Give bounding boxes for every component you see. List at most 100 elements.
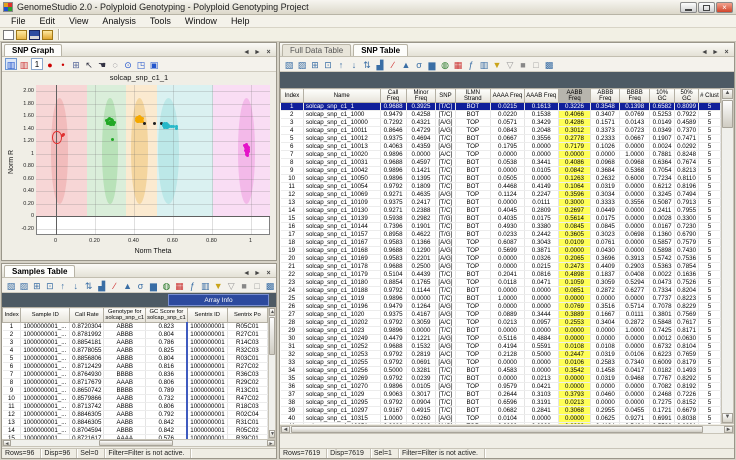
table-row[interactable]: 5solcap_snp_c1_100120.93750.4694[T/C]BOT… (281, 135, 721, 143)
table-row[interactable]: 61000000001_...0.8712429AABB0.8161000000… (3, 363, 268, 371)
multi-sort-icon[interactable]: ⇅ (361, 58, 373, 70)
open-folder-icon[interactable] (16, 30, 27, 40)
table-row[interactable]: 23solcap_snp_c1_101800.88540.1765[A/G]TO… (281, 279, 721, 287)
data-point-aabb[interactable] (138, 117, 141, 120)
histogram-icon[interactable]: ▟ (96, 279, 108, 291)
table-row[interactable]: 12solcap_snp_c1_100690.92710.4635[A/G]TO… (281, 191, 721, 199)
column-header[interactable]: Genotype for solcap_snp_c1 (104, 308, 146, 323)
column-header[interactable]: BBBB Freq (620, 89, 650, 103)
stats-icon[interactable]: σ (135, 279, 147, 291)
pan-hand-icon[interactable]: ☚ (96, 58, 108, 70)
column-header[interactable]: Name (303, 89, 380, 103)
color-graph-icon[interactable]: ▥ (5, 58, 17, 70)
function-icon[interactable]: ƒ (186, 279, 198, 291)
column-header[interactable]: Call Rate (70, 308, 104, 323)
insert-column-icon[interactable]: ▥ (199, 279, 211, 291)
table-row[interactable]: 9solcap_snp_c1_100420.98960.1421[T/C]BOT… (281, 167, 721, 175)
heatmap-icon[interactable]: ▦ (173, 279, 185, 291)
table-row[interactable]: 20solcap_snp_c1_101690.95830.2201[A/G]TO… (281, 255, 721, 263)
paste-icon[interactable]: ⊡ (322, 58, 334, 70)
menu-file[interactable]: File (4, 16, 33, 26)
table-row[interactable]: 24solcap_snp_c1_101880.97920.1144[T/C]BO… (281, 287, 721, 295)
table-row[interactable]: 71000000001_...0.8764930BBBB0.8361000000… (3, 371, 268, 379)
tab-snp-graph[interactable]: SNP Graph (4, 44, 62, 56)
panel-close-icon[interactable]: × (722, 49, 731, 56)
column-header[interactable]: # Clust (699, 89, 721, 103)
table-row[interactable]: 27solcap_snp_c1_10200.93750.4167[A/G]TOP… (281, 311, 721, 319)
snp-horizontal-scrollbar[interactable]: ◄ ► (280, 425, 734, 434)
minimize-button[interactable] (680, 2, 697, 13)
menu-tools[interactable]: Tools (143, 16, 178, 26)
table-row[interactable]: 131000000001_...0.8846305AABB0.842100000… (3, 419, 268, 427)
table-row[interactable]: 38solcap_snp_c1_102950.97920.0904[T/C]BO… (281, 399, 721, 407)
column-chooser-icon[interactable]: ▧ (283, 58, 295, 70)
table-row[interactable]: 3solcap_snp_c1_100000.72920.4321[A/G]TOP… (281, 119, 721, 127)
project-folder-icon[interactable] (42, 30, 53, 40)
lasso-icon[interactable]: ◌ (109, 58, 121, 70)
globe-icon[interactable]: ◍ (160, 279, 172, 291)
autoscale-icon[interactable]: ◳ (135, 58, 147, 70)
table-row[interactable]: 51000000001_...0.8856806ABBB0.8041000000… (3, 355, 268, 363)
column-header[interactable]: 10% GC (650, 89, 675, 103)
table-row[interactable]: 31000000001_...0.8854181AABB0.7861000000… (3, 339, 268, 347)
table-row[interactable]: 91000000001_...0.8650742BBBB0.7891000000… (3, 387, 268, 395)
table-row[interactable]: 7solcap_snp_c1_100200.98960.0000[A/C]TOP… (281, 151, 721, 159)
table-row[interactable]: 30solcap_snp_c1_102490.44790.1221[A/G]TO… (281, 335, 721, 343)
table-row[interactable]: 101000000001_...0.8579866AABB0.732100000… (3, 395, 268, 403)
column-header[interactable]: Sentrix ID (187, 308, 227, 323)
bw-graph-icon[interactable]: ▥ (18, 58, 30, 70)
table-row[interactable]: 35solcap_snp_c1_102690.97920.0239[T/C]BO… (281, 375, 721, 383)
tab-full-data-table[interactable]: Full Data Table (282, 44, 351, 56)
lock-icon[interactable]: ■ (517, 58, 529, 70)
table-row[interactable]: 25solcap_snp_c1_10190.98960.0000[T/C]BOT… (281, 295, 721, 303)
column-header[interactable]: Minor Freq (406, 89, 436, 103)
pencil-icon[interactable]: ∕ (109, 279, 121, 291)
column-header[interactable]: Sample ID (21, 308, 70, 323)
select-rows-icon[interactable]: ▨ (18, 279, 30, 291)
copy-graph-icon[interactable]: ⊞ (70, 58, 82, 70)
lock-icon[interactable]: ■ (238, 279, 250, 291)
new-file-icon[interactable] (3, 30, 14, 40)
table-row[interactable]: 34solcap_snp_c1_102560.50000.3281[T/C]BO… (281, 367, 721, 375)
close-button[interactable]: × (716, 2, 733, 13)
table-row[interactable]: 39solcap_snp_c1_102970.91670.4915[T/C]BO… (281, 407, 721, 415)
data-point-aaab[interactable] (111, 138, 114, 141)
table-row[interactable]: 17solcap_snp_c1_101570.89580.4622[T/G]BO… (281, 231, 721, 239)
table-row[interactable]: 14solcap_snp_c1_101300.92710.2388[T/C]BO… (281, 207, 721, 215)
tab-scroll-left-icon[interactable]: ◄ (242, 49, 251, 56)
table-row[interactable]: 37solcap_snp_c1_10290.90630.3017[T/C]BOT… (281, 391, 721, 399)
column-header[interactable]: ABBB Freq (591, 89, 620, 103)
save-icon[interactable] (29, 30, 40, 40)
insert-column-icon[interactable]: ▥ (478, 58, 490, 70)
select-rows-icon[interactable]: ▨ (296, 58, 308, 70)
table-row[interactable]: 22solcap_snp_c1_101790.51040.4439[T/C]BO… (281, 271, 721, 279)
unlock-icon[interactable]: □ (251, 279, 263, 291)
stats-icon[interactable]: σ (413, 58, 425, 70)
table-row[interactable]: 121000000001_...0.8846305AABB0.792100000… (3, 411, 268, 419)
maximize-button[interactable] (698, 2, 715, 13)
histogram-icon[interactable]: ▟ (374, 58, 386, 70)
column-header[interactable]: GC Score for solcap_snp_c1 (146, 308, 188, 323)
menu-edit[interactable]: Edit (33, 16, 63, 26)
legend-icon[interactable]: ▩ (543, 58, 555, 70)
tab-scroll-right-icon[interactable]: ► (711, 49, 720, 56)
tab-scroll-left-icon[interactable]: ◄ (700, 49, 709, 56)
table-row[interactable]: 18solcap_snp_c1_101670.95830.1366[A/G]TO… (281, 239, 721, 247)
heatmap-icon[interactable]: ▦ (452, 58, 464, 70)
snp-vertical-scrollbar[interactable]: ▲ ▼ (721, 88, 734, 424)
table-row[interactable]: 31solcap_snp_c1_102520.96880.1532[A/G]TO… (281, 343, 721, 351)
table-row[interactable]: 1solcap_snp_c1_10.96880.3925[T/C]BOT0.02… (281, 103, 721, 111)
column-header[interactable]: AAAB Freq (524, 89, 558, 103)
snp-scatter-chart[interactable]: solcap_snp_c1_1 2.001.801.601.401.2010.8… (2, 72, 276, 260)
table-row[interactable]: 2solcap_snp_c1_10000.94790.4258[T/C]BOT0… (281, 111, 721, 119)
table-row[interactable]: 33solcap_snp_c1_102550.97920.0691[A/G]TO… (281, 359, 721, 367)
large-point-icon[interactable]: ● (44, 58, 56, 70)
table-row[interactable]: 81000000001_...0.8717679AAAB0.8061000000… (3, 379, 268, 387)
filter-icon[interactable]: ▼ (491, 58, 503, 70)
pointer-icon[interactable]: ↖ (83, 58, 95, 70)
table-row[interactable]: 4solcap_snp_c1_100110.86460.4729[A/G]TOP… (281, 127, 721, 135)
table-row[interactable]: 13solcap_snp_c1_101090.93750.2417[T/C]BO… (281, 199, 721, 207)
sort-desc-icon[interactable]: ↓ (348, 58, 360, 70)
table-row[interactable]: 16solcap_snp_c1_101440.73960.1901[T/C]BO… (281, 223, 721, 231)
tab-scroll-right-icon[interactable]: ► (253, 270, 262, 277)
